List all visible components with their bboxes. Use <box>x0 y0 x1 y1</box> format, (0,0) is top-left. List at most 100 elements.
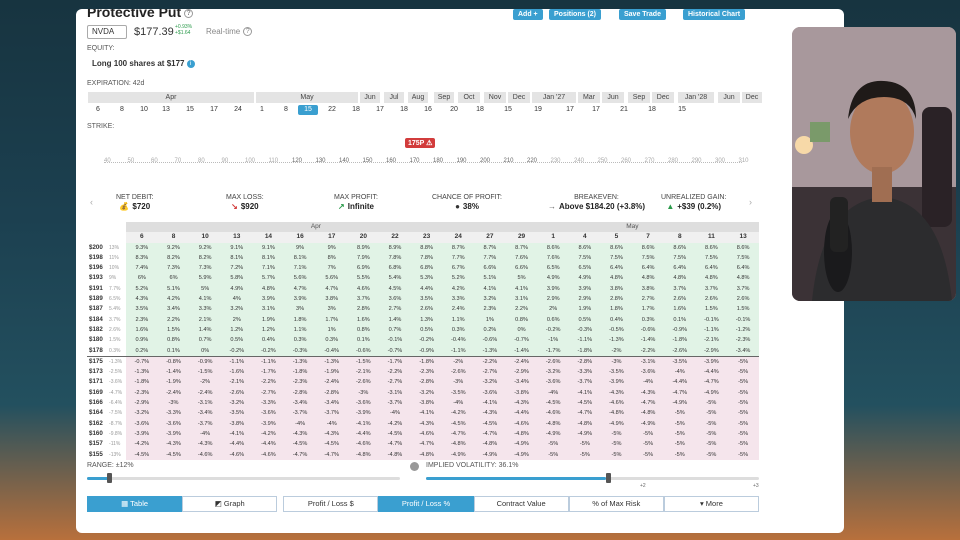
pl-cell[interactable]: 0.1% <box>347 335 380 346</box>
info-icon[interactable]: i <box>186 59 195 68</box>
expiration-month[interactable]: Dec <box>652 92 674 103</box>
pl-cell[interactable]: -2.8% <box>410 377 443 388</box>
pl-cell[interactable]: 0.2% <box>126 345 158 357</box>
pl-cell[interactable]: 6.4% <box>632 263 664 274</box>
pl-cell[interactable]: -3.2% <box>537 367 570 378</box>
ticker-input[interactable]: NVDA <box>87 25 127 39</box>
pl-cell[interactable]: -3.9% <box>600 377 633 388</box>
pl-cell[interactable]: 3.6% <box>379 294 411 305</box>
pl-cell[interactable]: -4.4% <box>220 439 253 450</box>
pl-cell[interactable]: -4.6% <box>410 428 443 440</box>
table-row[interactable]: $160 -9.8% -3.9% -3.9% -4% -4.1% -4.2% -4.3% -4.… <box>87 428 759 440</box>
pl-cell[interactable]: 4% <box>220 294 253 305</box>
pl-cell[interactable]: 7.5% <box>600 252 633 264</box>
pl-cell[interactable]: 1.9% <box>569 304 601 315</box>
pl-cell[interactable]: -5% <box>600 439 633 450</box>
pl-cell[interactable]: 2.1% <box>189 314 221 325</box>
more-button[interactable]: ▾ More <box>663 496 759 512</box>
pl-cell[interactable]: -4.4% <box>347 428 380 440</box>
pl-cell[interactable]: -5% <box>727 367 759 378</box>
pl-cell[interactable]: -3.6% <box>537 377 570 388</box>
pl-cell[interactable]: 0.1% <box>157 345 190 357</box>
pl-cell[interactable]: -0.3% <box>569 324 601 336</box>
pl-cell[interactable]: 4.8% <box>632 273 664 284</box>
pl-cell[interactable]: 1.6% <box>126 324 158 336</box>
pl-cell[interactable]: -2.3% <box>410 367 443 378</box>
pl-cell[interactable]: -4.8% <box>347 449 380 460</box>
pl-cell[interactable]: 5.6% <box>284 273 316 284</box>
pl-cell[interactable]: 6.4% <box>663 263 696 274</box>
pl-cell[interactable]: 1% <box>315 324 348 336</box>
table-row[interactable]: $157 -11% -4.2% -4.3% -4.3% -4.4% -4.4% -4.5% -4… <box>87 439 759 450</box>
pl-cell[interactable]: 4.8% <box>695 273 728 284</box>
expiration-month[interactable]: Mar <box>578 92 600 103</box>
pl-cell[interactable]: -1.3% <box>315 356 348 368</box>
pl-cell[interactable]: 3.8% <box>600 283 633 295</box>
pl-cell[interactable]: -2.6% <box>663 345 696 357</box>
pl-cell[interactable]: -4.2% <box>379 418 411 429</box>
table-row[interactable]: $187 5.4% 3.5% 3.4% 3.3% 3.2% 3.1% 3% 3% 2.8% 2.7%… <box>87 304 759 315</box>
pl-cell[interactable]: -3.7% <box>379 398 411 409</box>
pl-cell[interactable]: -0.6% <box>632 324 664 336</box>
pl-cell[interactable]: 8% <box>315 252 348 264</box>
pl-cell[interactable]: -4.6% <box>537 408 570 419</box>
pl-cell[interactable]: 1.4% <box>379 314 411 325</box>
pl-cell[interactable]: 0.9% <box>126 335 158 346</box>
range-slider[interactable] <box>87 473 400 483</box>
pl-cell[interactable]: 3.9% <box>569 283 601 295</box>
pl-cell[interactable]: -3.8% <box>220 418 253 429</box>
iv-slider-thumb[interactable] <box>605 473 611 483</box>
pl-cell[interactable]: 5.9% <box>189 273 221 284</box>
pl-cell[interactable]: -4.9% <box>474 449 506 460</box>
expiration-date[interactable]: 17 <box>370 105 390 115</box>
range-slider-thumb[interactable] <box>106 473 112 483</box>
pl-cell[interactable]: -2.3% <box>727 335 759 346</box>
pl-cell[interactable]: -3% <box>347 387 380 399</box>
pl-cell[interactable]: -4.5% <box>379 428 411 440</box>
pl-cell[interactable]: -2.9% <box>505 367 538 378</box>
pl-cell[interactable]: -1.6% <box>220 367 253 378</box>
expiration-date[interactable]: 17 <box>204 105 224 115</box>
pl-cell[interactable]: 9.2% <box>157 242 190 253</box>
pl-cell[interactable]: -3.3% <box>157 408 190 419</box>
pl-cell[interactable]: 0.8% <box>157 335 190 346</box>
expiration-month[interactable]: Dec <box>508 92 530 103</box>
pl-cell[interactable]: -0.3% <box>284 345 316 357</box>
pl-cell[interactable]: 8.6% <box>727 242 759 253</box>
table-row[interactable]: $164 -7.5% -3.2% -3.3% -3.4% -3.5% -3.6% -3.7% -… <box>87 408 759 419</box>
pl-cell[interactable]: 7.5% <box>663 252 696 264</box>
pl-cell[interactable]: -3.9% <box>695 356 728 368</box>
pl-cell[interactable]: 1.7% <box>632 304 664 315</box>
pl-cell[interactable]: -5% <box>663 449 696 460</box>
pl-cell[interactable]: -2.6% <box>347 377 380 388</box>
expiration-date[interactable]: 6 <box>88 105 108 115</box>
pl-cell[interactable]: -4% <box>537 387 570 399</box>
pl-cell[interactable]: 6.5% <box>537 263 570 274</box>
pl-cell[interactable]: 3.8% <box>632 283 664 295</box>
pl-cell[interactable]: 3.5% <box>126 304 158 315</box>
pl-cell[interactable]: 1.4% <box>189 324 221 336</box>
pl-cell[interactable]: -2.2% <box>474 356 506 368</box>
pl-cell[interactable]: -4% <box>379 408 411 419</box>
table-row[interactable]: $169 -4.7% -2.3% -2.4% -2.4% -2.6% -2.7% -2.8% -… <box>87 387 759 399</box>
pl-cell[interactable]: 7.5% <box>695 252 728 264</box>
table-row[interactable]: $193 9% 6% 6% 5.9% 5.8% 5.7% 5.6% 5.6% 5.5% 5.4% 5.… <box>87 273 759 284</box>
pl-cell[interactable]: 5.6% <box>315 273 348 284</box>
pl-cell[interactable]: 2.7% <box>632 294 664 305</box>
pl-cell[interactable]: -2.7% <box>379 377 411 388</box>
contract-value-button[interactable]: Contract Value <box>473 496 569 512</box>
pl-cell[interactable]: 7.5% <box>569 252 601 264</box>
pl-cell[interactable]: 2.2% <box>157 314 190 325</box>
expiration-date[interactable]: 18 <box>642 105 662 115</box>
pl-cell[interactable]: -4.5% <box>474 418 506 429</box>
pl-cell[interactable]: 3.3% <box>189 304 221 315</box>
pl-cell[interactable]: 8.1% <box>284 252 316 264</box>
pl-cell[interactable]: -1.8% <box>410 356 443 368</box>
pl-cell[interactable]: -3.4% <box>505 377 538 388</box>
pl-cell[interactable]: -2.4% <box>157 387 190 399</box>
pl-cell[interactable]: 4.9% <box>569 273 601 284</box>
table-row[interactable]: $191 7.7% 5.2% 5.1% 5% 4.9% 4.8% 4.7% 4.7% 4.6% 4.… <box>87 283 759 295</box>
table-row[interactable]: $162 -8.7% -3.6% -3.6% -3.7% -3.8% -3.9% -4% -4%… <box>87 418 759 429</box>
pl-cell[interactable]: -0.2% <box>252 345 285 357</box>
table-row[interactable]: $155 -13% -4.5% -4.5% -4.6% -4.6% -4.6% -4.7% -4… <box>87 449 759 460</box>
